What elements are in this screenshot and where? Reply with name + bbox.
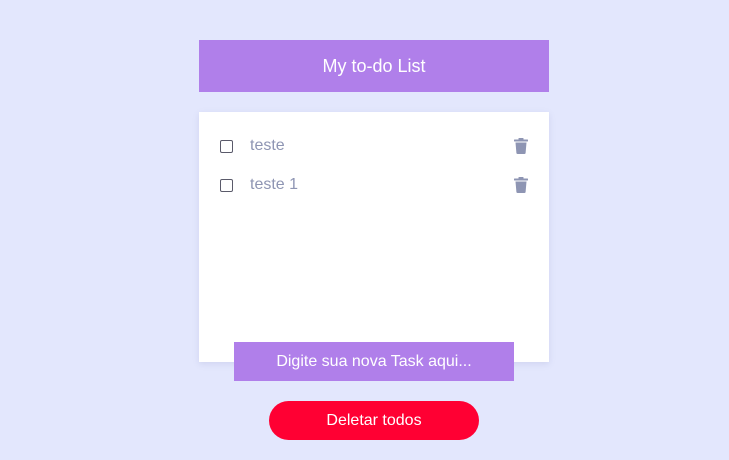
delete-all-label: Deletar todos bbox=[326, 411, 422, 429]
new-task-input[interactable]: Digite sua nova Task aqui... bbox=[234, 342, 514, 381]
task-label: teste bbox=[250, 137, 285, 154]
trash-icon[interactable] bbox=[514, 138, 528, 154]
task-list: teste teste 1 bbox=[199, 127, 549, 205]
task-checkbox[interactable] bbox=[220, 179, 233, 192]
todo-app: My to-do List teste teste 1 Digite sua n… bbox=[0, 0, 729, 460]
trash-icon[interactable] bbox=[514, 177, 528, 193]
new-task-placeholder: Digite sua nova Task aqui... bbox=[276, 352, 472, 370]
list-item: teste 1 bbox=[199, 166, 549, 205]
delete-all-button[interactable]: Deletar todos bbox=[269, 401, 479, 440]
page-header: My to-do List bbox=[199, 40, 549, 92]
list-item: teste bbox=[199, 127, 549, 166]
task-card: teste teste 1 bbox=[199, 112, 549, 362]
task-label: teste 1 bbox=[250, 176, 299, 193]
page-title: My to-do List bbox=[322, 55, 426, 76]
task-checkbox[interactable] bbox=[220, 140, 233, 153]
